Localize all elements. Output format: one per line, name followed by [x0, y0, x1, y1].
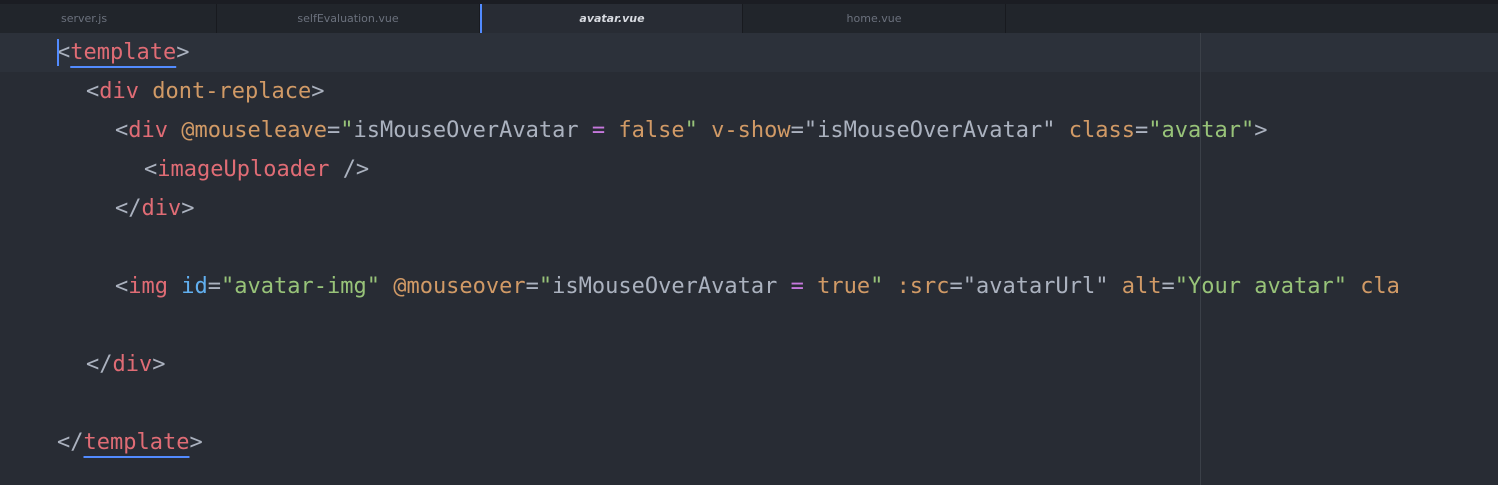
code-token: =	[326, 118, 341, 143]
code-token: true	[817, 274, 871, 299]
code-token: @mouseover	[393, 274, 526, 299]
code-token: :src	[896, 274, 950, 299]
tab-bar-empty-area[interactable]	[1006, 4, 1498, 33]
code-line-4[interactable]: <imageUploader />	[144, 150, 369, 189]
code-token: "	[870, 274, 884, 299]
code-token: "isMouseOverAvatar"	[803, 118, 1056, 143]
code-token: </	[115, 196, 142, 221]
code-token: <	[86, 79, 100, 104]
code-token: isMouseOverAvatar	[353, 118, 579, 143]
code-token: >	[1254, 118, 1268, 143]
code-token: "avatar"	[1148, 118, 1255, 143]
code-token: dont-replace	[152, 79, 312, 104]
code-token: alt	[1121, 274, 1162, 299]
code-token: "avatar-img"	[221, 274, 380, 299]
code-token: div	[128, 118, 168, 143]
code-token: "Your avatar"	[1174, 274, 1347, 299]
tab-bar: server.js selfEvaluation.vue avatar.vue …	[0, 4, 1498, 33]
code-token: class	[1068, 118, 1135, 143]
wrap-guide	[1200, 33, 1201, 485]
code-token: =	[591, 118, 606, 143]
tab-home-vue[interactable]: home.vue	[743, 4, 1006, 33]
code-token: false	[618, 118, 685, 143]
code-token: v-show	[711, 118, 791, 143]
code-token: img	[128, 274, 168, 299]
code-line-1[interactable]: <template>	[57, 33, 189, 72]
code-token: </	[86, 352, 113, 377]
code-token: @mouseleave	[181, 118, 327, 143]
current-line-highlight	[0, 33, 1498, 72]
code-token: >	[311, 79, 325, 104]
code-line-11[interactable]: </template>	[57, 423, 203, 462]
code-token: />	[342, 157, 370, 182]
code-token: "	[340, 118, 354, 143]
code-token: =	[1161, 274, 1175, 299]
code-line-9[interactable]: </div>	[86, 345, 166, 384]
code-token: "	[538, 274, 553, 299]
code-token: div	[99, 79, 139, 104]
code-token: <	[115, 118, 129, 143]
tab-self-evaluation-vue[interactable]: selfEvaluation.vue	[217, 4, 480, 33]
code-token: imageUploader	[157, 157, 330, 182]
code-token: =	[207, 274, 221, 299]
tab-server-js[interactable]: server.js	[0, 4, 217, 33]
tab-avatar-vue[interactable]: avatar.vue	[480, 4, 743, 33]
code-token: =	[790, 118, 804, 143]
code-token: id	[181, 274, 208, 299]
code-token: <	[144, 157, 158, 182]
code-line-7[interactable]: <img id="avatar-img" @mouseover="isMouse…	[115, 267, 1400, 306]
code-token: template	[83, 430, 190, 455]
code-token: =	[949, 274, 963, 299]
code-token: >	[176, 40, 190, 65]
text-cursor	[57, 39, 59, 66]
code-token: </	[57, 430, 84, 455]
code-token: <	[115, 274, 129, 299]
code-token: >	[152, 352, 166, 377]
code-token: isMouseOverAvatar	[552, 274, 778, 299]
code-token: =	[1135, 118, 1149, 143]
code-token: template	[70, 40, 177, 65]
code-token: "	[684, 118, 698, 143]
code-token: div	[141, 196, 182, 221]
code-token: =	[525, 274, 539, 299]
code-line-3[interactable]: <div @mouseleave="isMouseOverAvatar = fa…	[115, 111, 1267, 150]
code-token: "avatarUrl"	[962, 274, 1109, 299]
code-token: =	[790, 274, 804, 299]
code-line-2[interactable]: <div dont-replace>	[86, 72, 324, 111]
code-line-5[interactable]: </div>	[115, 189, 195, 228]
code-editor[interactable]: <template> <div dont-replace> <div @mous…	[0, 33, 1498, 485]
code-token: >	[181, 196, 195, 221]
code-token: cla	[1360, 274, 1400, 299]
code-token: div	[112, 352, 153, 377]
code-token: >	[189, 430, 203, 455]
